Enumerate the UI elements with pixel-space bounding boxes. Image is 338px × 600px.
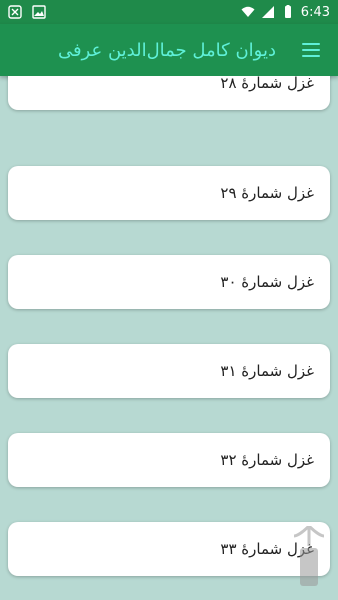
list-item-label: غزل شمارهٔ ۳۱ bbox=[220, 362, 314, 380]
signal-icon bbox=[261, 5, 275, 19]
list-item[interactable]: غزل شمارهٔ ۲۸ bbox=[8, 76, 330, 110]
poem-list[interactable]: غزل شمارهٔ ۲۸ غزل شمارهٔ ۲۹ غزل شمارهٔ ۳… bbox=[0, 76, 338, 600]
back-arrow-watermark-icon bbox=[294, 526, 324, 586]
list-item[interactable]: غزل شمارهٔ ۲۹ bbox=[8, 166, 330, 220]
wifi-icon bbox=[241, 5, 255, 19]
status-time: 6:43 bbox=[300, 4, 330, 20]
list-item[interactable]: غزل شمارهٔ ۳۰ bbox=[8, 255, 330, 309]
menu-icon[interactable] bbox=[302, 43, 320, 57]
list-item-label: غزل شمارهٔ ۲۸ bbox=[220, 76, 314, 92]
app-title: دیوان کامل جمال‌الدین عرفی bbox=[57, 39, 276, 61]
list-item[interactable]: غزل شمارهٔ ۳۱ bbox=[8, 344, 330, 398]
battery-icon bbox=[281, 5, 295, 19]
list-item[interactable]: غزل شمارهٔ ۳۲ bbox=[8, 433, 330, 487]
list-item-label: غزل شمارهٔ ۳۲ bbox=[220, 451, 314, 469]
list-item-label: غزل شمارهٔ ۳۰ bbox=[220, 273, 314, 291]
close-notification-icon bbox=[8, 5, 22, 19]
list-item-label: غزل شمارهٔ ۲۹ bbox=[220, 184, 314, 202]
list-item[interactable]: غزل شمارهٔ ۳۳ bbox=[8, 522, 330, 576]
status-bar: 6:43 bbox=[0, 0, 338, 24]
app-bar: دیوان کامل جمال‌الدین عرفی bbox=[0, 24, 338, 76]
image-notification-icon bbox=[32, 5, 46, 19]
